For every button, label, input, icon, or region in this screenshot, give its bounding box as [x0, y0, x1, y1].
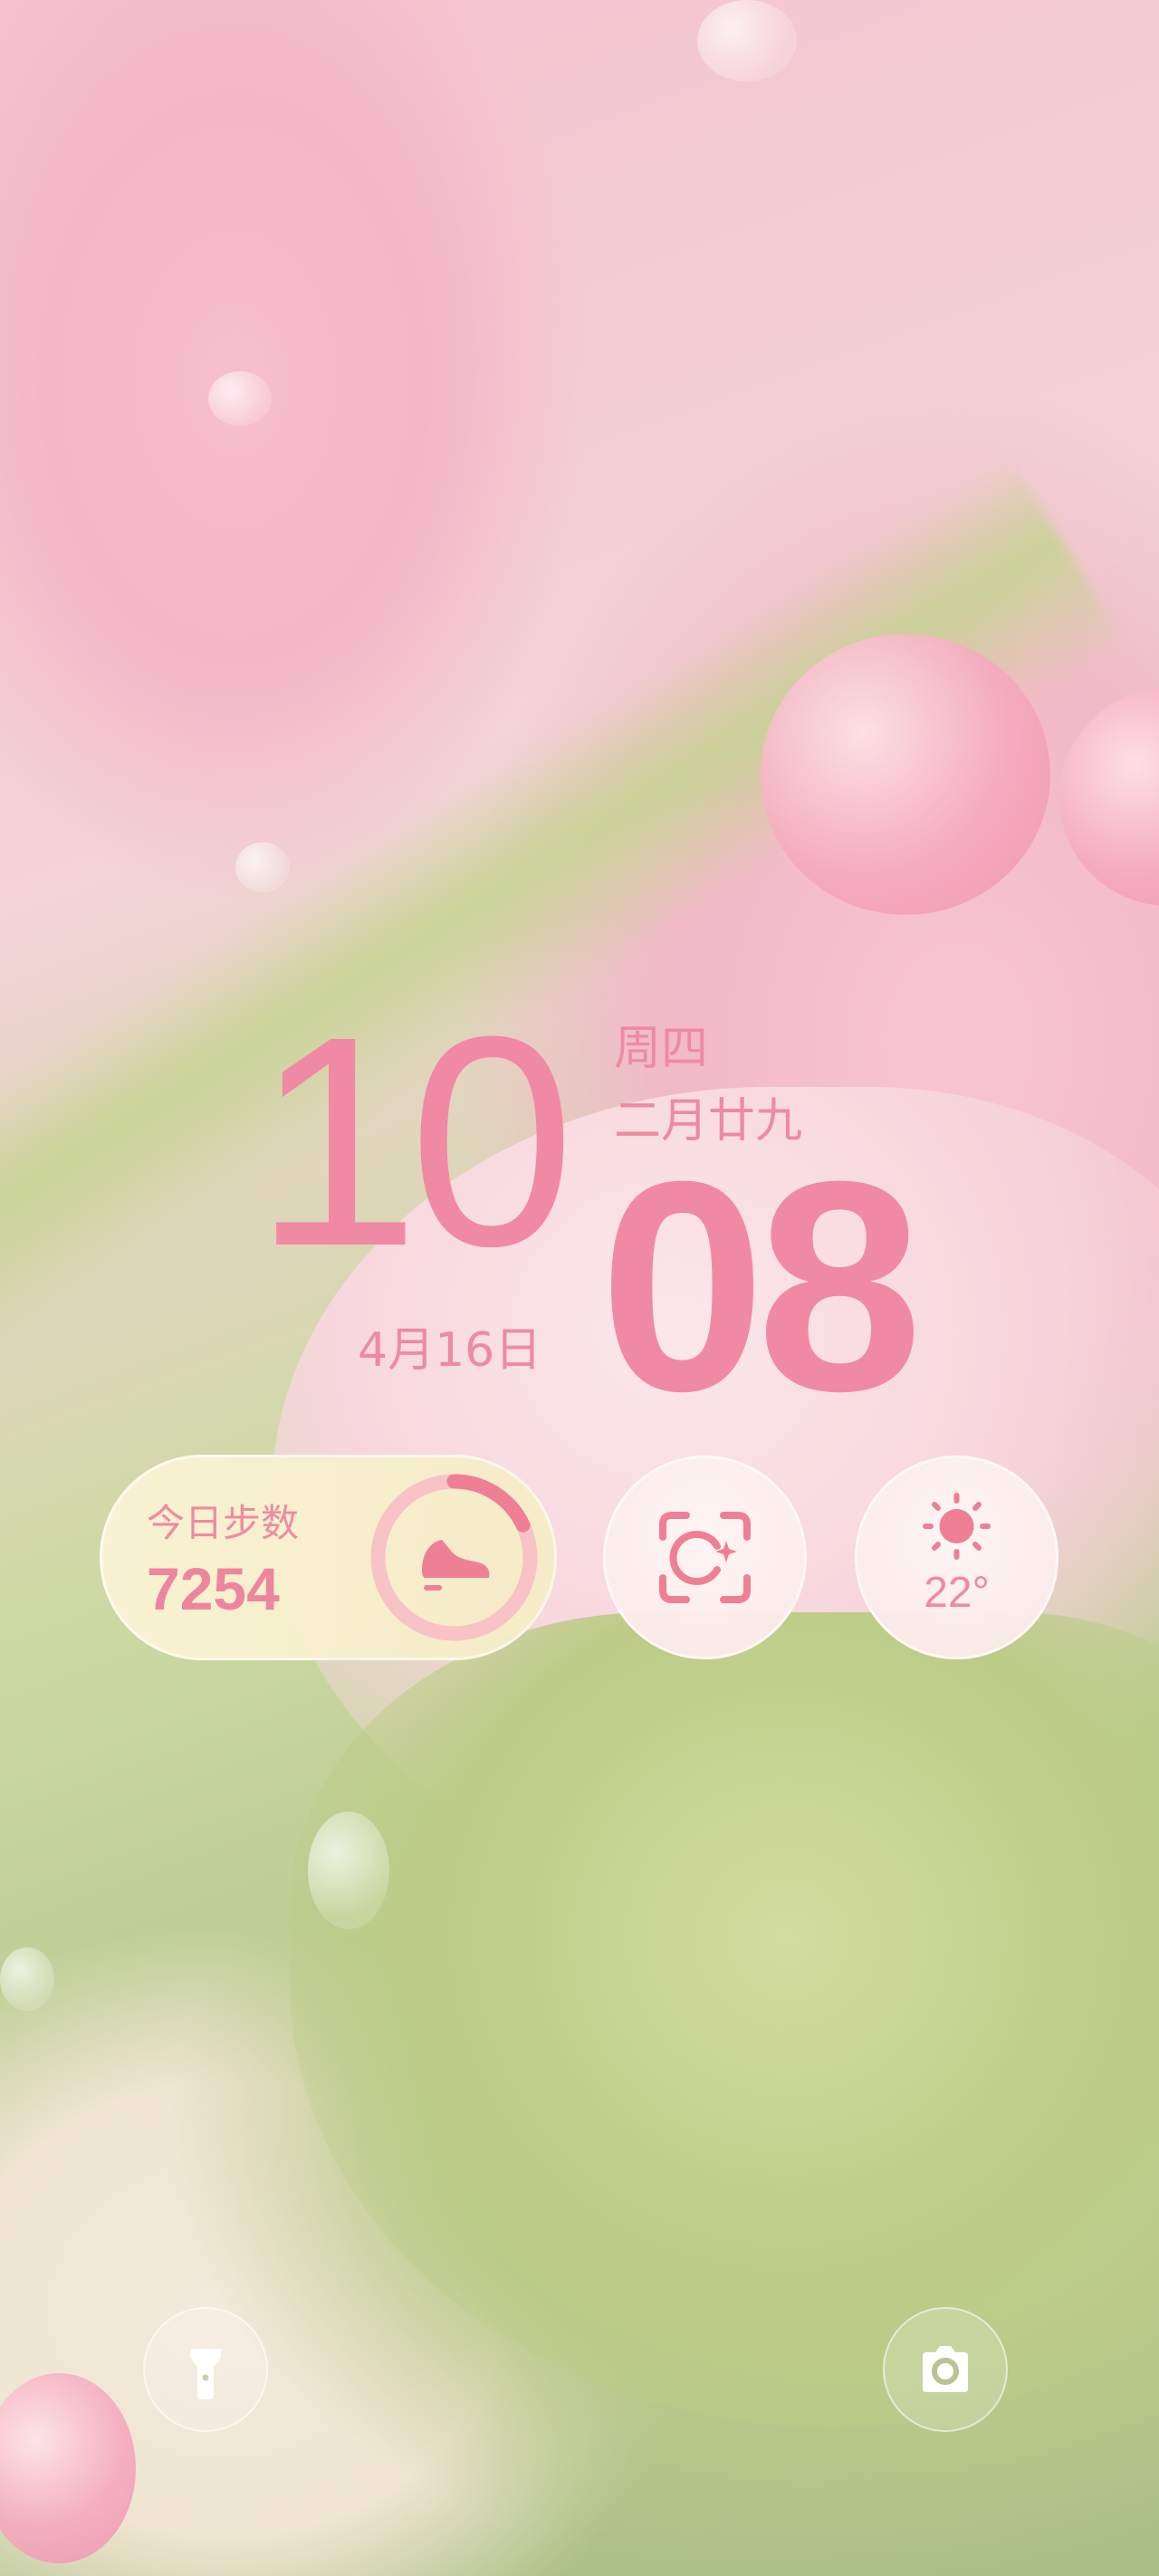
sun-icon — [923, 1493, 991, 1560]
steps-progress-ring — [370, 1474, 538, 1641]
weekday-label: 周四 — [614, 1022, 709, 1076]
wallpaper-water-drop — [697, 0, 797, 82]
clock-minute: 08 — [599, 1119, 923, 1453]
wallpaper-water-drop — [761, 634, 1050, 915]
wallpaper-water-drop — [208, 371, 272, 426]
lock-screen-wallpaper — [0, 0, 1159, 2576]
wallpaper-water-drop — [235, 842, 290, 892]
scan-widget[interactable] — [603, 1456, 807, 1659]
flashlight-icon — [190, 2349, 221, 2399]
weather-widget[interactable]: 22° — [855, 1456, 1058, 1659]
flashlight-button[interactable] — [143, 2307, 268, 2432]
wallpaper-water-drop — [0, 2373, 136, 2563]
steps-value: 7254 — [147, 1555, 280, 1622]
steps-title: 今日步数 — [147, 1501, 300, 1545]
shoe-icon — [422, 1540, 490, 1591]
wallpaper-water-drop — [1059, 688, 1159, 906]
wallpaper-water-drop — [308, 1812, 389, 1929]
date-label: 4月16日 — [358, 1323, 542, 1378]
steps-widget[interactable]: 今日步数 7254 — [100, 1455, 557, 1660]
scan-icon — [659, 1512, 751, 1603]
wallpaper-fruit-rind — [290, 1612, 1159, 2427]
clock-hour: 10 — [254, 974, 575, 1308]
wallpaper-water-drop — [0, 1947, 54, 2011]
weather-temperature: 22° — [924, 1569, 990, 1617]
camera-icon — [923, 2346, 968, 2392]
camera-button[interactable] — [883, 2307, 1008, 2432]
